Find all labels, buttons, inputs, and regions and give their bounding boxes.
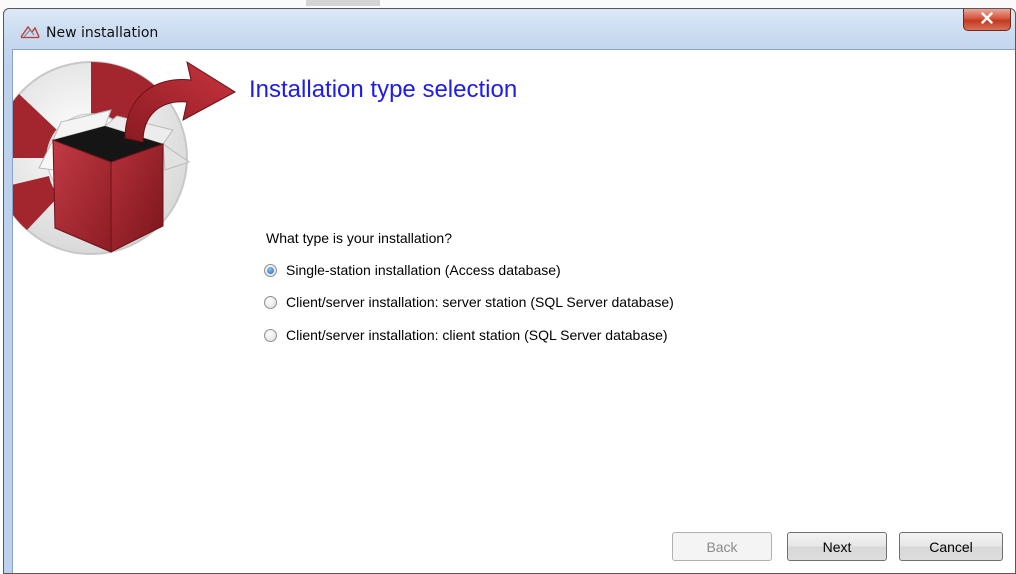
radio-circle[interactable] — [264, 295, 277, 309]
close-button[interactable] — [963, 9, 1011, 31]
radio-single-station[interactable]: Single-station installation (Access data… — [264, 262, 561, 278]
installer-app-icon — [20, 23, 40, 39]
close-icon — [980, 11, 994, 29]
installation-type-question: What type is your installation? — [266, 230, 452, 246]
cancel-button[interactable]: Cancel — [899, 532, 1003, 561]
next-button[interactable]: Next — [787, 532, 887, 561]
back-button[interactable]: Back — [672, 532, 772, 561]
page-heading: Installation type selection — [249, 76, 518, 103]
radio-label: Client/server installation: server stati… — [286, 294, 674, 310]
radio-label: Single-station installation (Access data… — [286, 262, 561, 278]
radio-circle-checked[interactable] — [264, 263, 277, 277]
radio-label: Client/server installation: client stati… — [286, 327, 668, 343]
window-title: New installation — [46, 25, 159, 41]
radio-circle[interactable] — [264, 328, 277, 342]
open-box-lifebuoy-logo — [13, 60, 236, 255]
wizard-page: Installation type selection What type is… — [12, 49, 1015, 573]
background-highlight — [306, 0, 380, 6]
installer-window: New installation Installation type selec… — [3, 8, 1016, 574]
radio-client-station[interactable]: Client/server installation: client stati… — [264, 327, 668, 343]
title-bar[interactable]: New installation — [4, 9, 1015, 49]
radio-server-station[interactable]: Client/server installation: server stati… — [264, 294, 674, 310]
